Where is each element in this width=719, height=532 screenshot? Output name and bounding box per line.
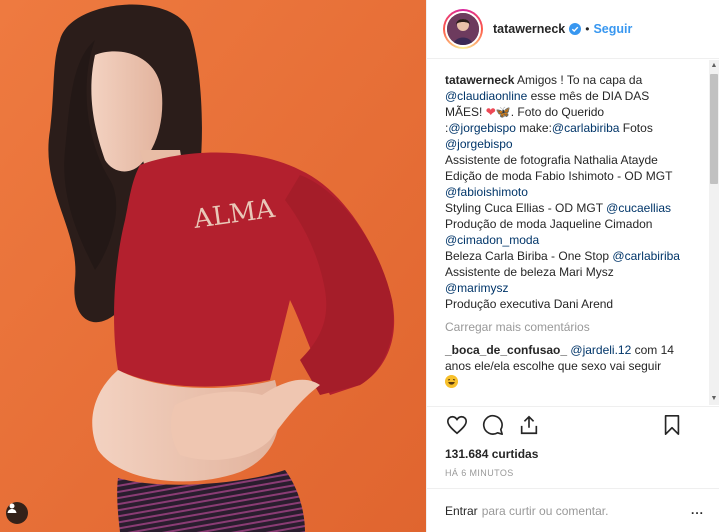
- caption-text: MÃES!: [445, 105, 486, 119]
- save-button[interactable]: [660, 414, 684, 438]
- caption-line: @cimadon_moda: [445, 232, 702, 248]
- post-header: tatawerneck • Seguir: [427, 0, 719, 59]
- caption-line: Styling Cuca Ellias - OD MGT @cucaellias: [445, 200, 702, 216]
- comments-area[interactable]: tatawerneck Amigos ! To na capa da @clau…: [427, 60, 719, 405]
- post-caption: tatawerneck Amigos ! To na capa da @clau…: [445, 72, 702, 312]
- heart-emoji-icon: ❤: [485, 105, 496, 119]
- caption-line: Beleza Carla Biriba - One Stop @carlabir…: [445, 248, 702, 264]
- verified-badge-icon: [569, 23, 582, 35]
- mention-link[interactable]: @cucaellias: [606, 201, 671, 215]
- caption-text: Assistente de beleza Mari Mysz: [445, 265, 614, 279]
- caption-text: make:: [515, 121, 552, 135]
- caption-text: Amigos ! To na capa da: [514, 73, 643, 87]
- caption-line: @claudiaonline esse mês de DIA DAS: [445, 88, 702, 104]
- user-tag-button[interactable]: [6, 502, 28, 524]
- caption-text: Edição de moda Fabio Ishimoto - OD MGT: [445, 169, 673, 183]
- caption-line: tatawerneck Amigos ! To na capa da: [445, 72, 702, 88]
- heart-icon: [446, 414, 468, 439]
- action-icon-row: [445, 407, 702, 445]
- mention-link[interactable]: @claudiaonline: [445, 89, 527, 103]
- caption-line: Edição de moda Fabio Ishimoto - OD MGT: [445, 168, 702, 184]
- mention-link[interactable]: @jorgebispo: [445, 137, 513, 151]
- mention-link[interactable]: @fabioishimoto: [445, 185, 528, 199]
- post-side-panel: tatawerneck • Seguir tatawerneck Amigos …: [426, 0, 719, 532]
- caption-text: . Foto do Querido: [510, 105, 605, 119]
- login-link[interactable]: Entrar: [445, 504, 478, 518]
- caption-line: :@jorgebispo make:@carlabiriba Fotos: [445, 120, 702, 136]
- scroll-up-arrow-icon[interactable]: ▲: [709, 60, 719, 72]
- like-button[interactable]: [445, 414, 469, 438]
- load-more-comments-button[interactable]: Carregar mais comentários: [445, 320, 702, 334]
- more-options-button[interactable]: ...: [691, 503, 704, 517]
- comment-item: _boca_de_confusao_ @jardeli.12 com 14 an…: [445, 342, 702, 390]
- comments-scrollbar[interactable]: ▲ ▼: [709, 60, 719, 405]
- scrollbar-thumb[interactable]: [710, 74, 718, 184]
- caption-text: Produção executiva Dani Arend: [445, 297, 614, 311]
- login-prompt-text: para curtir ou comentar.: [481, 503, 609, 518]
- post-photo[interactable]: ALMA: [0, 0, 426, 532]
- post-timestamp[interactable]: HÁ 6 MINUTOS: [445, 468, 702, 478]
- mention-link[interactable]: @jardeli.12: [570, 343, 631, 357]
- comment-icon: [482, 414, 504, 439]
- mention-link[interactable]: @carlabiriba: [612, 249, 680, 263]
- bookmark-icon: [662, 414, 682, 439]
- caption-text: Fotos: [619, 121, 653, 135]
- caption-line: @jorgebispo: [445, 136, 702, 152]
- caption-username[interactable]: tatawerneck: [445, 73, 514, 87]
- photo-illustration: ALMA: [0, 0, 426, 532]
- caption-text: Styling Cuca Ellias - OD MGT: [445, 201, 607, 215]
- caption-line: @fabioishimoto: [445, 184, 702, 200]
- follow-button[interactable]: Seguir: [593, 22, 632, 36]
- mention-link[interactable]: @marimysz: [445, 281, 509, 295]
- comment-text: com 14: [631, 343, 674, 357]
- post-actions: 131.684 curtidas HÁ 6 MINUTOS: [427, 406, 719, 478]
- caption-line: Produção de moda Jaqueline Cimadon: [445, 216, 702, 232]
- butterfly-emoji-icon: 🦋: [495, 105, 511, 119]
- caption-line: Assistente de fotografia Nathalia Atayde: [445, 152, 702, 168]
- laughing-emoji-icon: [445, 375, 458, 388]
- mention-link[interactable]: @cimadon_moda: [445, 233, 539, 247]
- add-comment-bar: Entrar para curtir ou comentar. ...: [427, 488, 719, 532]
- avatar[interactable]: [443, 9, 483, 49]
- separator-dot: •: [585, 22, 590, 36]
- comment-username[interactable]: _boca_de_confusao_: [445, 343, 567, 357]
- caption-line: @marimysz: [445, 280, 702, 296]
- mention-link[interactable]: @carlabiriba: [552, 121, 620, 135]
- caption-text: Assistente de fotografia Nathalia Atayde: [445, 153, 658, 167]
- comment-text: anos ele/ela escolhe que sexo vai seguir: [445, 359, 662, 373]
- caption-text: Beleza Carla Biriba - One Stop: [445, 249, 613, 263]
- scroll-down-arrow-icon[interactable]: ▼: [709, 393, 719, 405]
- caption-line: Produção executiva Dani Arend: [445, 296, 702, 312]
- comment-button[interactable]: [481, 414, 505, 438]
- caption-text: esse mês de DIA DAS: [527, 89, 650, 103]
- header-username[interactable]: tatawerneck: [493, 22, 565, 36]
- caption-line: MÃES! ❤🦋. Foto do Querido: [445, 104, 702, 120]
- caption-text: Produção de moda Jaqueline Cimadon: [445, 217, 653, 231]
- caption-line: Assistente de beleza Mari Mysz: [445, 264, 702, 280]
- share-icon: [518, 414, 540, 439]
- mention-link[interactable]: @jorgebispo: [448, 121, 516, 135]
- likes-count[interactable]: 131.684 curtidas: [445, 447, 702, 461]
- share-button[interactable]: [517, 414, 541, 438]
